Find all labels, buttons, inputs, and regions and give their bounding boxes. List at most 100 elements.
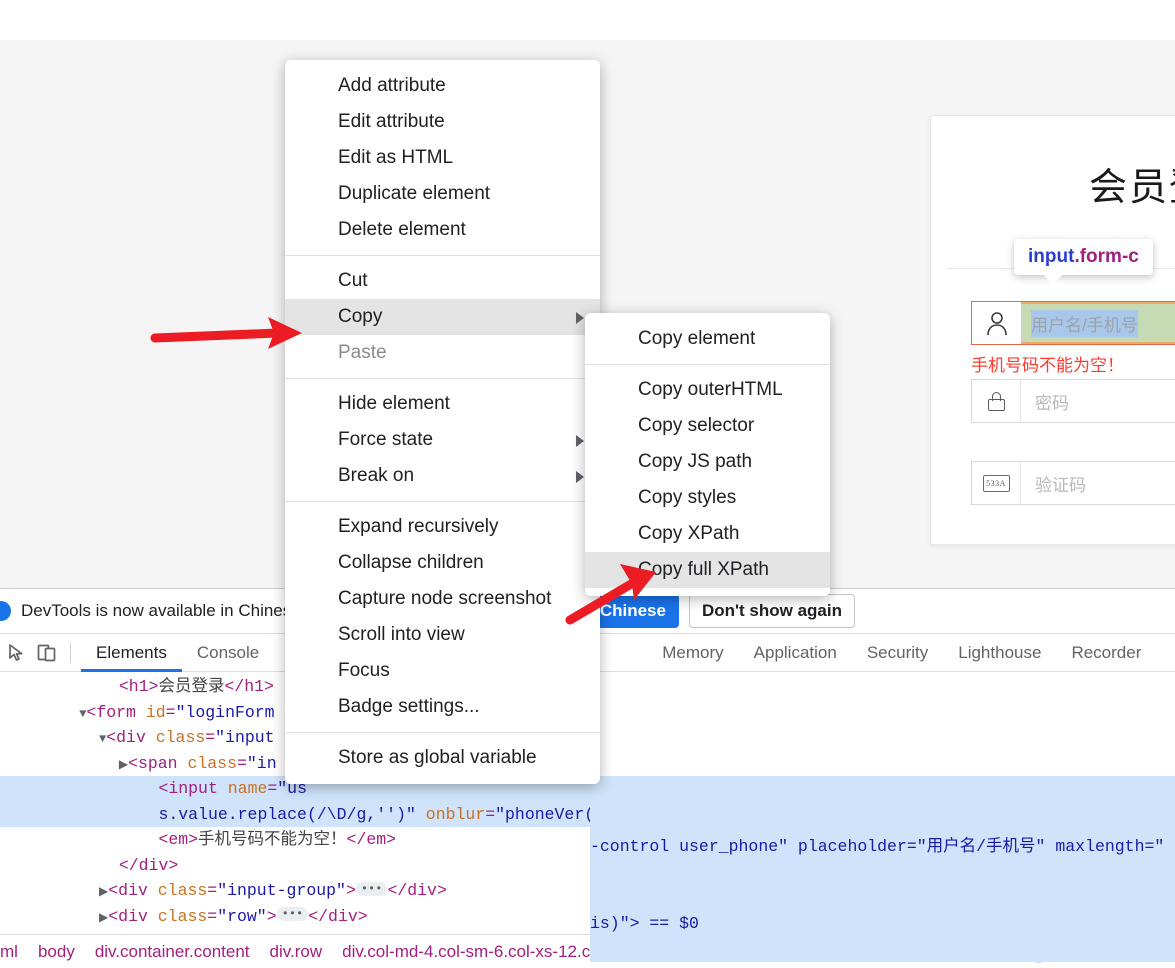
dom-overflow-line2: is)"> == $0 [590,913,699,933]
inspector-tooltip: input.form-c [1014,239,1153,285]
dom-token: = [207,906,218,926]
dom-token: 手机号码不能为空！ [198,830,347,849]
tab-console[interactable]: Console [182,634,274,672]
copy-submenu[interactable]: Copy element Copy outerHTML Copy selector C… [585,313,830,596]
dom-line-overflow: -control user_phone" placeholder="用户名/手机… [590,783,1175,962]
menu-separator [285,501,600,502]
ellipsis-icon[interactable]: ••• [276,907,309,922]
dom-token: = [485,804,496,824]
captcha-input[interactable]: 验证码 [1021,471,1175,496]
menu-separator [285,378,600,379]
menu-item-label: Cut [338,270,368,291]
dom-token: "in [246,753,277,773]
context-menu[interactable]: Add attribute Edit attribute Edit as HTML D… [285,60,600,784]
breadcrumb-item[interactable]: body [28,942,85,962]
menu-item-collapse-children[interactable]: Collapse children [285,545,600,581]
inspector-tooltip-tag: input [1028,246,1075,267]
username-input-group[interactable]: 用户名/手机号 [971,301,1175,345]
dom-token: "input-group" [217,881,346,900]
submenu-item-copy-js-path[interactable]: Copy JS path [585,444,830,480]
caret-right-icon[interactable]: ▶ [99,885,108,899]
menu-item-cut[interactable]: Cut [285,263,600,299]
tab-security[interactable]: Security [852,634,943,672]
page-title: 会员登录 [1089,167,1175,209]
menu-item-focus[interactable]: Focus [285,653,600,689]
username-input[interactable]: 用户名/手机号 [1021,302,1175,344]
error-message: 手机号码不能为空！ [971,356,1124,375]
password-input[interactable]: 密码 [1021,389,1175,414]
dom-token: <h1> [118,677,159,696]
menu-separator [285,255,600,256]
breadcrumb-item[interactable]: div.row [260,942,333,962]
captcha-input-group[interactable]: 533A 验证码 [971,461,1175,505]
dom-token: class [145,728,206,747]
dont-show-again-button[interactable]: Don't show again [688,594,855,628]
password-input-group[interactable]: 密码 [971,379,1175,423]
inspect-element-icon[interactable] [4,640,30,666]
caret-right-icon[interactable]: ▶ [119,758,128,772]
submenu-item-label: Copy outerHTML [638,379,783,400]
menu-item-label: Paste [338,342,387,363]
menu-item-expand-recursively[interactable]: Expand recursively [285,509,600,545]
breadcrumb-item[interactable]: ml [0,942,28,962]
dom-token: </em> [346,830,397,849]
menu-item-store-as-global-variable[interactable]: Store as global variable [285,740,600,776]
dom-token: = [165,702,176,722]
dom-token: "row" [217,906,267,926]
submenu-item-copy-styles[interactable]: Copy styles [585,480,830,516]
submenu-item-copy-outerhtml[interactable]: Copy outerHTML [585,372,830,408]
submenu-item-label: Copy styles [638,487,737,508]
menu-item-add-attribute[interactable]: Add attribute [285,68,600,104]
submenu-item-copy-xpath[interactable]: Copy XPath [585,516,830,552]
menu-item-label: Store as global variable [338,747,537,768]
login-card: 会员登录 用户名/手机号 手机号码不能为空！ 密码 533A 验证码 [930,115,1175,545]
dom-token: = [237,753,247,773]
menu-item-label: Add attribute [338,75,446,96]
ellipsis-icon[interactable]: ••• [355,881,388,896]
menu-item-edit-as-html[interactable]: Edit as HTML [285,140,600,176]
menu-item-paste: Paste [285,335,600,371]
submenu-item-copy-selector[interactable]: Copy selector [585,408,830,444]
menu-item-capture-node-screenshot[interactable]: Capture node screenshot [285,581,600,617]
menu-item-label: Break on [338,465,415,486]
menu-item-break-on[interactable]: Break on [285,458,600,494]
dom-overflow-line1: -control user_phone" placeholder="用户名/手机… [590,837,1165,856]
tab-memory[interactable]: Memory [647,634,738,672]
device-toolbar-icon[interactable] [34,640,60,666]
chevron-right-icon [576,471,584,483]
menu-item-label: Badge settings... [338,696,480,717]
menu-item-delete-element[interactable]: Delete element [285,212,600,248]
inspector-tooltip-classes: .form-c [1074,246,1139,267]
menu-item-label: Capture node screenshot [338,588,552,609]
tab-application[interactable]: Application [739,634,852,672]
menu-item-label: Expand recursively [338,516,499,537]
menu-item-label: Focus [338,660,390,681]
lock-icon [972,380,1021,422]
dom-token: = [267,779,278,798]
captcha-icon: 533A [972,462,1021,504]
menu-item-copy[interactable]: Copy [285,299,600,335]
menu-item-label: Duplicate element [338,183,491,204]
menu-item-label: Copy [338,306,383,327]
menu-item-force-state[interactable]: Force state [285,422,600,458]
tab-recorder[interactable]: Recorder [1056,634,1156,672]
menu-item-scroll-into-view[interactable]: Scroll into view [285,617,600,653]
menu-item-label: Hide element [338,393,450,414]
submenu-item-label: Copy XPath [638,523,740,544]
submenu-item-copy-element[interactable]: Copy element [585,321,830,357]
tab-elements[interactable]: Elements [81,634,182,672]
menu-item-hide-element[interactable]: Hide element [285,386,600,422]
menu-item-duplicate-element[interactable]: Duplicate element [285,176,600,212]
submenu-item-copy-full-xpath[interactable]: Copy full XPath [585,552,830,588]
caret-right-icon[interactable]: ▶ [99,911,108,925]
menu-item-edit-attribute[interactable]: Edit attribute [285,104,600,140]
dom-token: <div [108,881,148,900]
submenu-item-label: Copy full XPath [638,559,769,580]
breadcrumb-item[interactable]: div.container.content [85,942,260,962]
submenu-item-label: Copy element [638,328,756,349]
tab-lighthouse[interactable]: Lighthouse [943,634,1056,672]
dom-token: </div> [118,855,179,875]
menu-item-badge-settings[interactable]: Badge settings... [285,689,600,725]
dom-token: <div [106,728,146,747]
dom-token: </div> [308,906,368,926]
